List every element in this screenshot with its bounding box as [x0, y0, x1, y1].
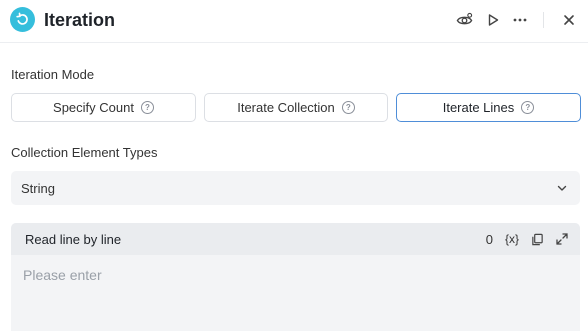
- help-icon[interactable]: ?: [341, 101, 355, 114]
- element-type-select[interactable]: String: [11, 171, 580, 205]
- help-icon[interactable]: ?: [521, 101, 535, 114]
- variable-icon[interactable]: {x}: [505, 232, 519, 246]
- copy-icon[interactable]: [531, 233, 544, 246]
- expand-icon[interactable]: [556, 233, 568, 245]
- more-icon[interactable]: [510, 10, 530, 30]
- eye-settings-icon[interactable]: [454, 10, 474, 30]
- mode-iterate-collection-button[interactable]: Iterate Collection ?: [204, 93, 388, 122]
- line-editor: Read line by line 0 {x}: [11, 223, 580, 331]
- element-types-label: Collection Element Types: [11, 145, 158, 160]
- mode-button-label: Iterate Collection: [237, 100, 335, 115]
- play-icon[interactable]: [483, 10, 503, 30]
- panel-header: Iteration: [0, 0, 588, 43]
- editor-header: Read line by line 0 {x}: [11, 223, 580, 255]
- divider: [543, 12, 544, 28]
- character-count: 0: [485, 231, 493, 247]
- close-icon[interactable]: [559, 10, 579, 30]
- lines-textarea[interactable]: [11, 255, 580, 331]
- editor-title: Read line by line: [25, 231, 122, 247]
- refresh-node-icon: [10, 7, 35, 32]
- mode-specify-count-button[interactable]: Specify Count ?: [11, 93, 196, 122]
- iteration-mode-label: Iteration Mode: [11, 67, 95, 82]
- chevron-down-icon: [557, 185, 567, 191]
- mode-button-label: Specify Count: [53, 100, 134, 115]
- help-icon[interactable]: ?: [140, 101, 154, 114]
- element-type-value: String: [21, 180, 55, 196]
- mode-button-label: Iterate Lines: [442, 100, 515, 115]
- mode-iterate-lines-button[interactable]: Iterate Lines ?: [396, 93, 581, 122]
- page-title: Iteration: [44, 10, 116, 30]
